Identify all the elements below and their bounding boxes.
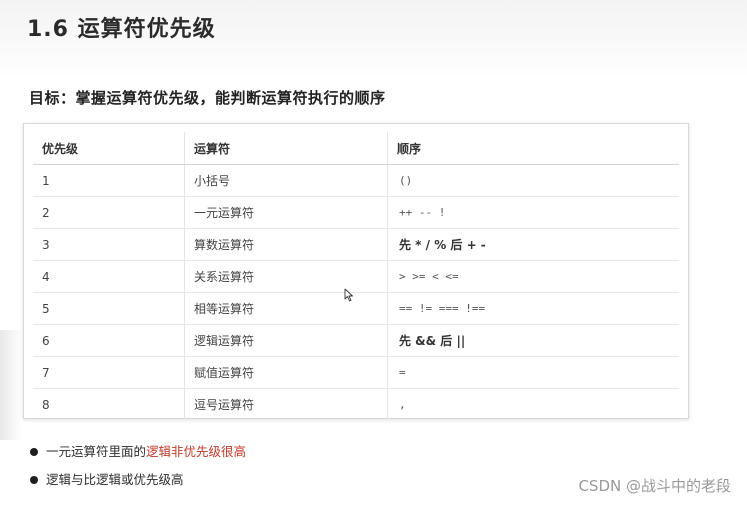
table-row: 8 逗号运算符 , [33,388,679,420]
priority-cell: 3 [33,228,185,261]
operator-cell: 关系运算符 [184,260,388,293]
precedence-table-card: 优先级 运算符 顺序 1 小括号 () 2 一元运算符 ++ -- ! 3 算数… [23,123,689,420]
note-text: 一元运算符里面的 [46,444,147,459]
priority-cell: 6 [33,324,185,357]
list-item: 逻辑与比逻辑或优先级高 [30,470,246,498]
order-cell: = [387,356,679,389]
table-row: 5 相等运算符 == != === !== [33,292,679,325]
mouse-cursor-icon [344,288,353,302]
table-row: 3 算数运算符 先 * / % 后 + - [33,228,679,261]
table-row: 1 小括号 () [33,164,679,197]
table-row: 2 一元运算符 ++ -- ! [33,196,679,229]
header-order: 顺序 [387,132,679,165]
operator-cell: 逻辑运算符 [184,324,388,357]
learning-goal: 目标：掌握运算符优先级，能判断运算符执行的顺序 [29,89,386,107]
header-priority: 优先级 [33,132,185,165]
order-cell: 先 * / % 后 + - [387,228,679,261]
priority-cell: 5 [33,292,185,325]
order-cell: () [387,164,679,197]
order-cell: ++ -- ! [387,196,679,229]
slide-title: 1.6 运算符优先级 [27,17,216,42]
priority-cell: 2 [33,196,185,229]
priority-cell: 8 [42,397,50,412]
note-highlight: 逻辑非优先级很高 [146,444,247,459]
order-cell: , [387,388,679,420]
operator-cell: 一元运算符 [184,196,388,229]
table-row: 4 关系运算符 > >= < <= [33,260,679,293]
precedence-table: 优先级 运算符 顺序 1 小括号 () 2 一元运算符 ++ -- ! 3 算数… [33,132,679,420]
header-operator: 运算符 [184,132,388,165]
note-text: 逻辑与比逻辑或优先级高 [46,472,184,487]
operator-cell: 相等运算符 [184,292,388,325]
notes-list: 一元运算符里面的逻辑非优先级很高 逻辑与比逻辑或优先级高 [30,442,246,498]
watermark: CSDN @战斗中的老段 [578,477,731,495]
order-cell: > >= < <= [387,260,679,293]
table-header-row: 优先级 运算符 顺序 [33,132,679,165]
table-row: 7 赋值运算符 = [33,356,679,389]
operator-cell: 逗号运算符 [184,388,388,420]
operator-cell: 赋值运算符 [184,356,388,389]
priority-cell: 7 [33,356,185,389]
decorative-shadow [0,330,22,440]
order-cell: 先 && 后 || [387,324,679,357]
bullet-dot-icon [30,448,38,456]
table-row: 6 逻辑运算符 先 && 后 || [33,324,679,357]
bullet-dot-icon [30,476,38,484]
priority-cell: 4 [33,260,185,293]
priority-cell: 1 [33,164,185,197]
operator-cell: 小括号 [184,164,388,197]
operator-cell: 算数运算符 [184,228,388,261]
list-item: 一元运算符里面的逻辑非优先级很高 [30,442,246,470]
order-cell: == != === !== [387,292,679,325]
